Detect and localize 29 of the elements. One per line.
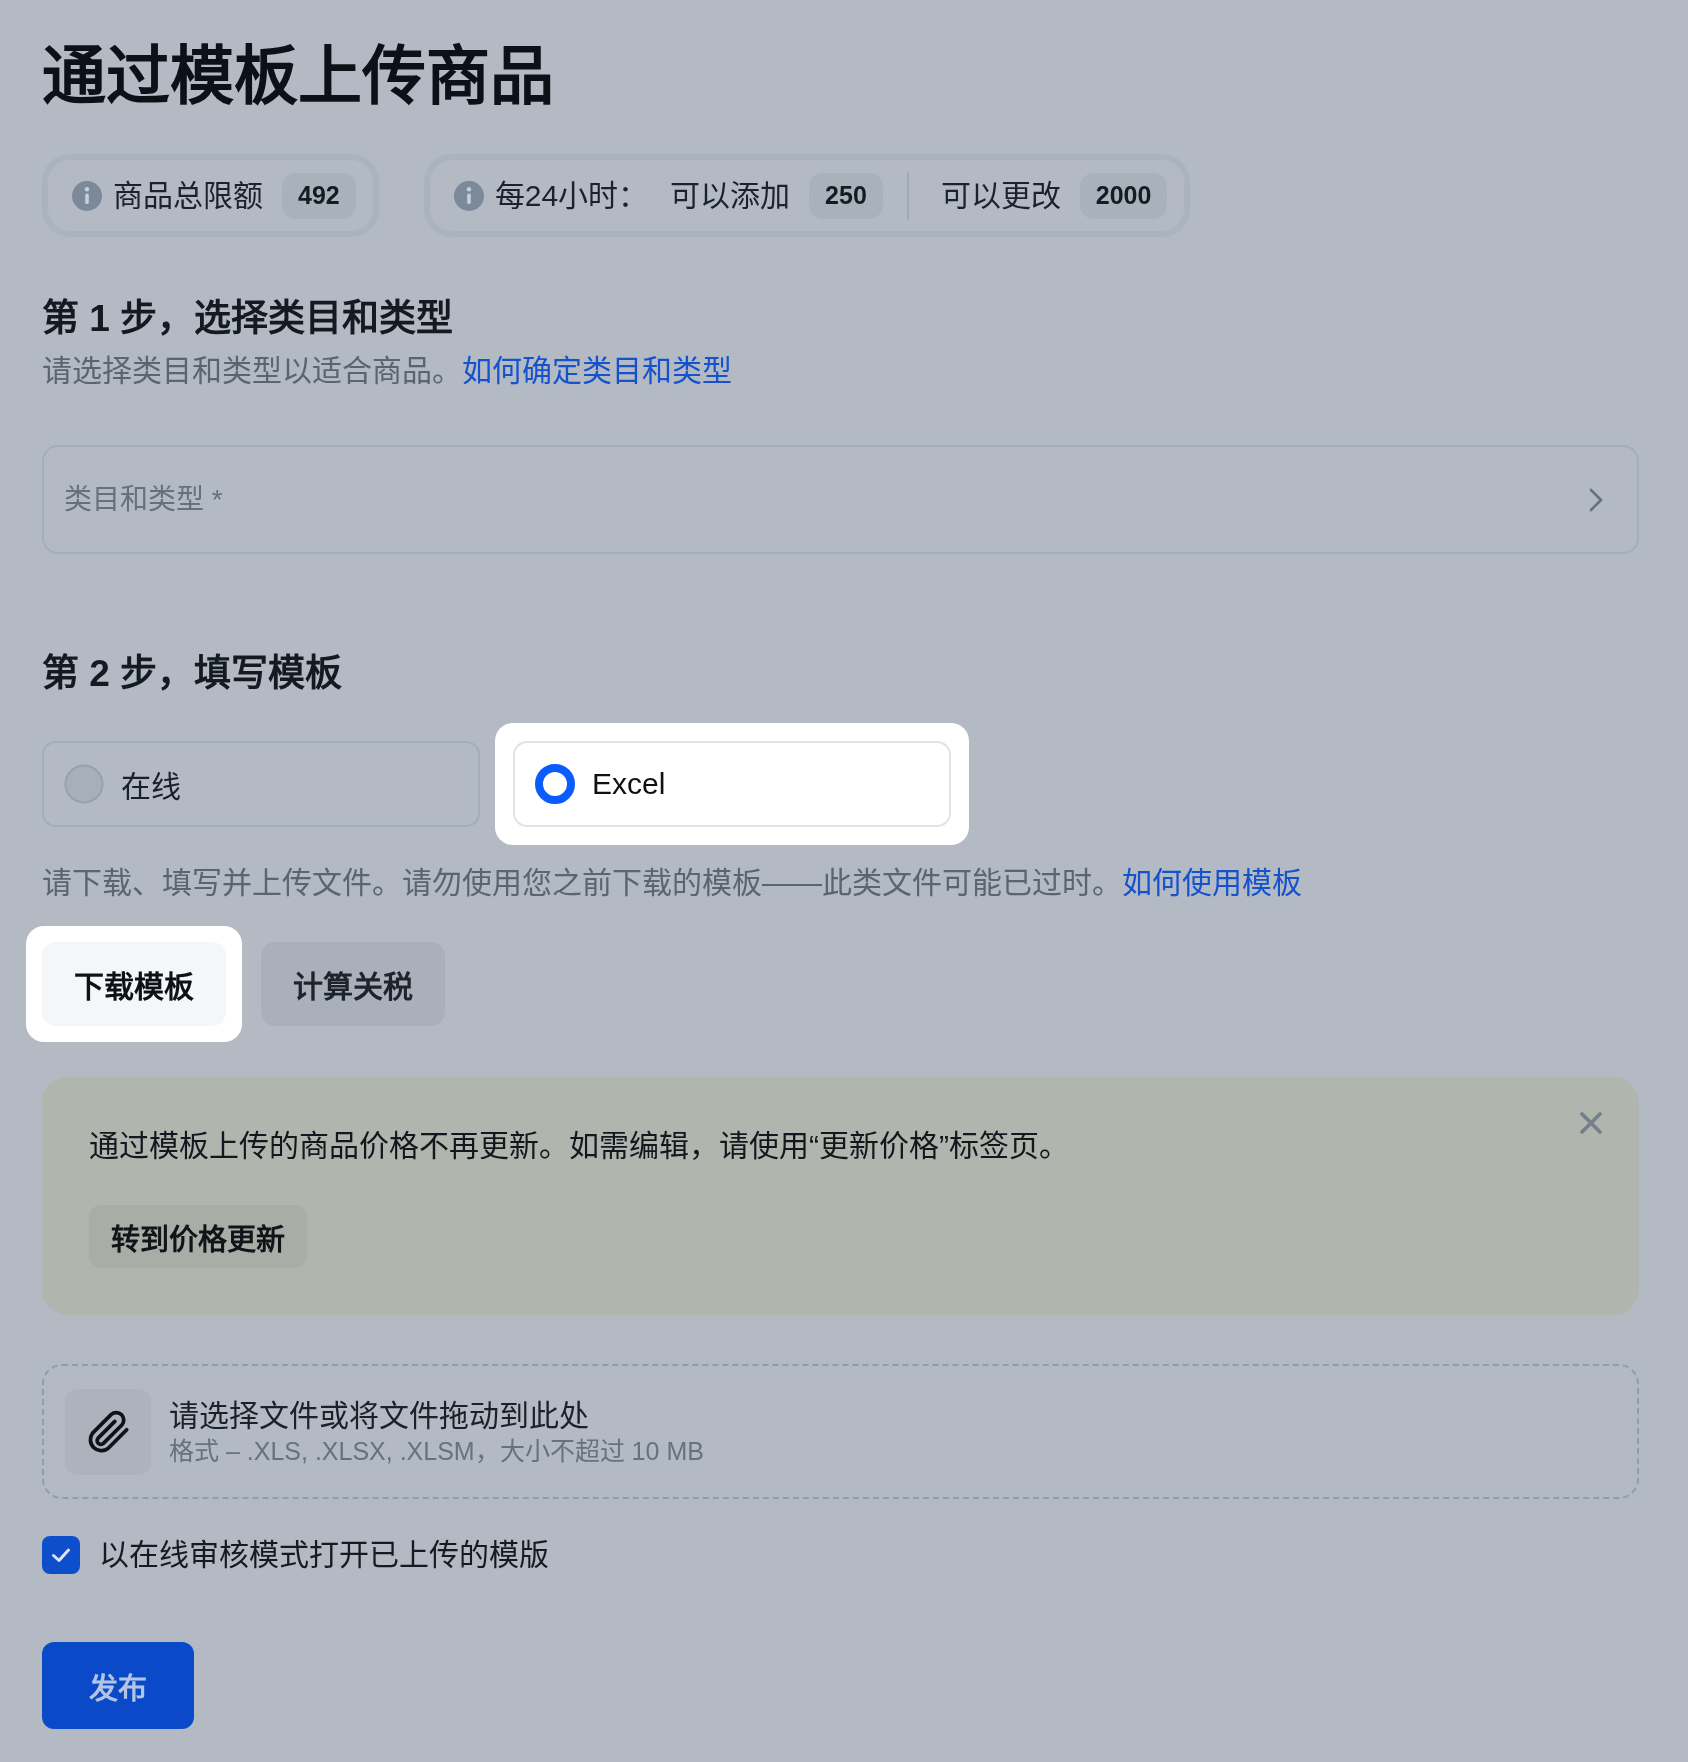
limit-label: 可以更改 [940, 177, 1061, 214]
step-heading: 第 2 步，填写模板 [42, 652, 343, 696]
info-icon [453, 180, 484, 211]
count-badge: 492 [282, 172, 356, 219]
radio-option[interactable]: Excel [513, 741, 951, 827]
count-badge: 250 [809, 172, 883, 219]
chevron-right-icon [1588, 487, 1604, 513]
step-description: 请选择类目和类型以适合商品。如何确定类目和类型 [42, 353, 732, 389]
page-title: 通过模板上传商品 [42, 39, 554, 114]
price-update-button[interactable]: 转到价格更新 [89, 1205, 307, 1268]
publish-button[interactable]: 发布 [42, 1642, 194, 1729]
notice-text: 通过模板上传的商品价格不再更新。如需编辑，请使用“更新价格”标签页。 [89, 1128, 1069, 1164]
limit-label: 每24小时： [494, 177, 649, 214]
step-description: 请下载、填写并上传文件。请勿使用您之前下载的模板——此类文件可能已过时。如何使用模板 [42, 865, 1302, 901]
template-button[interactable]: 下载模板 [42, 942, 226, 1026]
checkbox-label: 以在线审核模式打开已上传的模版 [99, 1537, 549, 1573]
template-button[interactable]: 计算关税 [261, 942, 445, 1026]
count-badge: 2000 [1079, 172, 1168, 219]
limit-label: 商品总限额 [113, 177, 263, 214]
paperclip-icon [65, 1388, 151, 1475]
category-select[interactable]: 类目和类型 * [42, 445, 1639, 554]
radio-option[interactable]: 在线 [42, 741, 480, 827]
step-heading: 第 1 步，选择类目和类型 [42, 297, 454, 341]
upload-hint: 格式 – .XLS, .XLSX, .XLSM，大小不超过 10 MB [169, 1435, 704, 1467]
checkbox[interactable] [42, 1536, 80, 1574]
file-drop-zone[interactable]: 请选择文件或将文件拖动到此处 格式 – .XLS, .XLSX, .XLSM，大小不超过 10 MB [42, 1364, 1639, 1499]
info-icon [72, 180, 102, 211]
limit-label: 可以添加 [670, 177, 791, 214]
upload-prompt: 请选择文件或将文件拖动到此处 [169, 1397, 589, 1434]
